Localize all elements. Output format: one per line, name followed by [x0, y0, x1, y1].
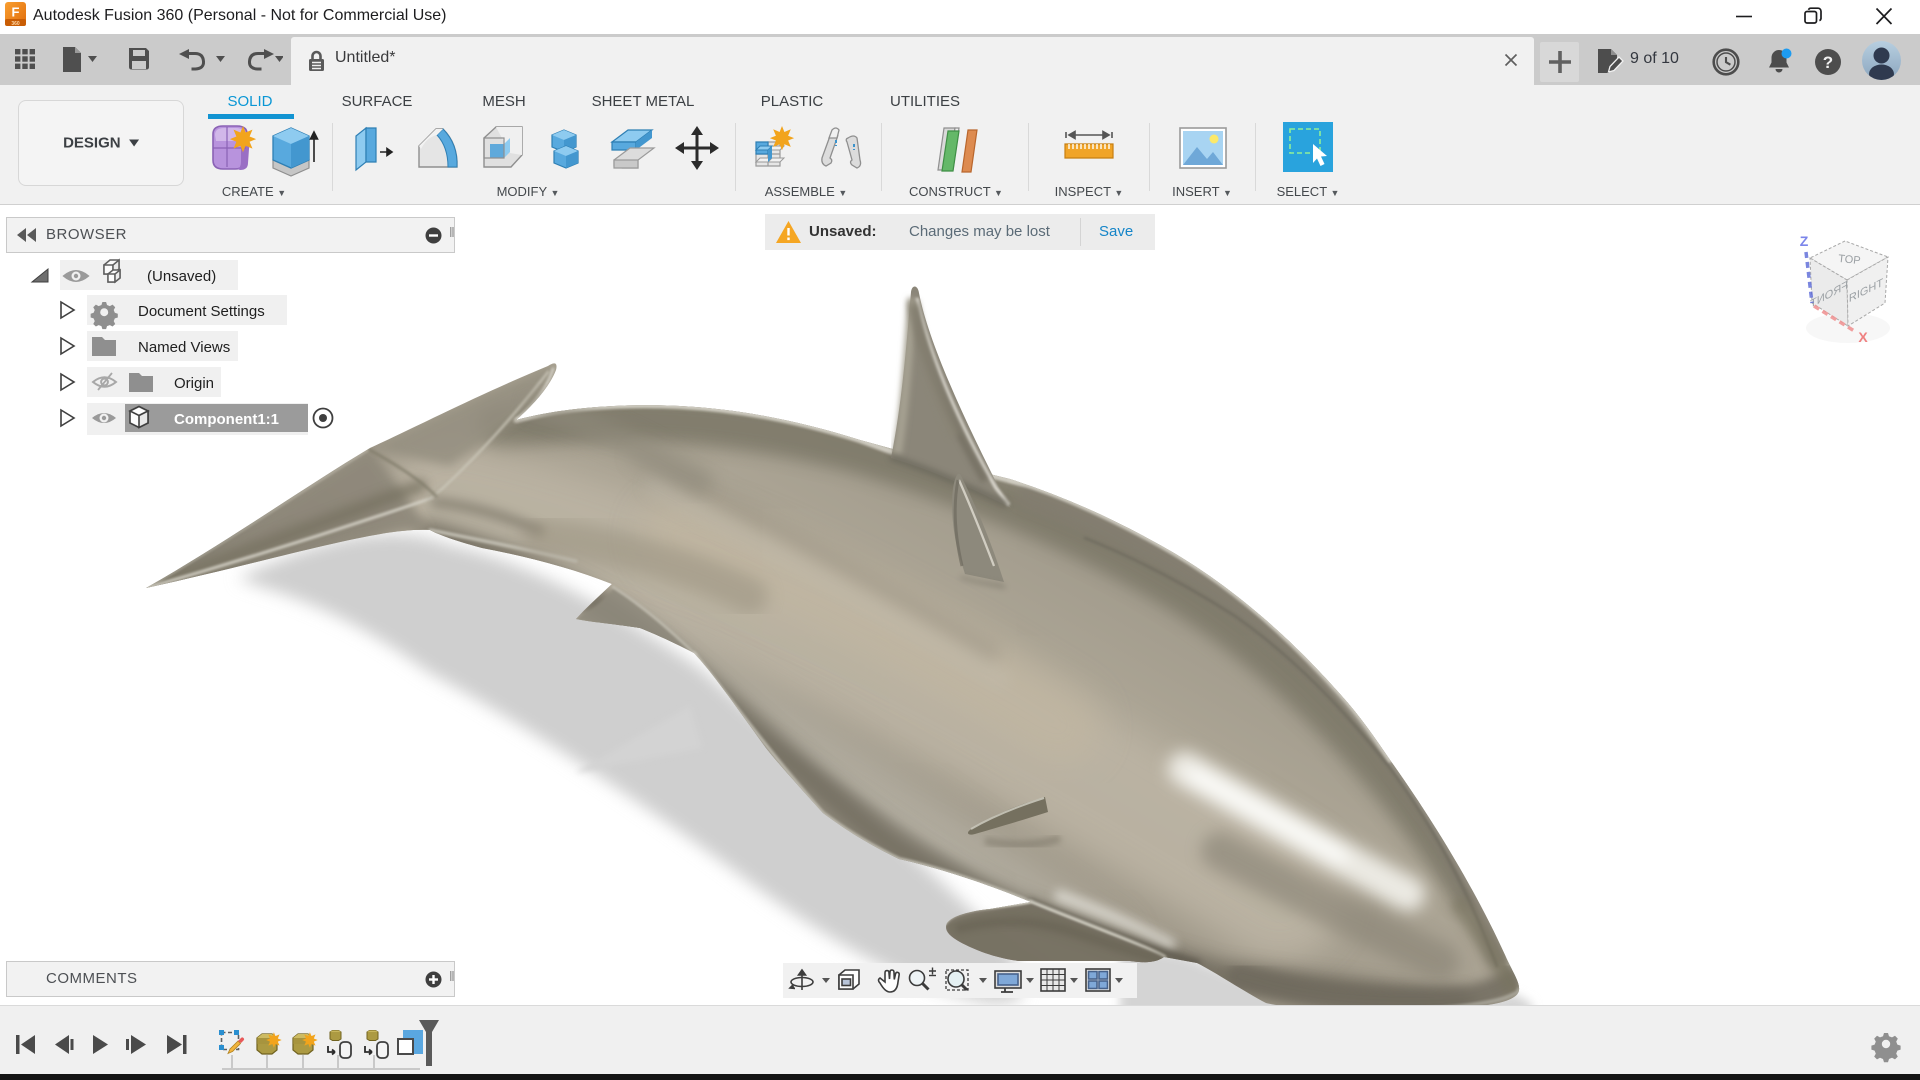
svg-text:Document Settings: Document Settings	[138, 303, 265, 320]
svg-text:Origin: Origin	[174, 375, 214, 392]
svg-text:(Unsaved): (Unsaved)	[147, 268, 216, 285]
svg-text:?: ?	[1823, 53, 1833, 72]
svg-text:Named Views: Named Views	[138, 339, 230, 356]
svg-text:Z: Z	[1800, 233, 1809, 249]
svg-text:X: X	[1858, 329, 1868, 345]
svg-text:TOP: TOP	[1838, 253, 1862, 267]
svg-text:Component1:1: Component1:1	[174, 411, 279, 428]
svg-text:F: F	[12, 5, 20, 20]
svg-text:360: 360	[11, 21, 20, 26]
